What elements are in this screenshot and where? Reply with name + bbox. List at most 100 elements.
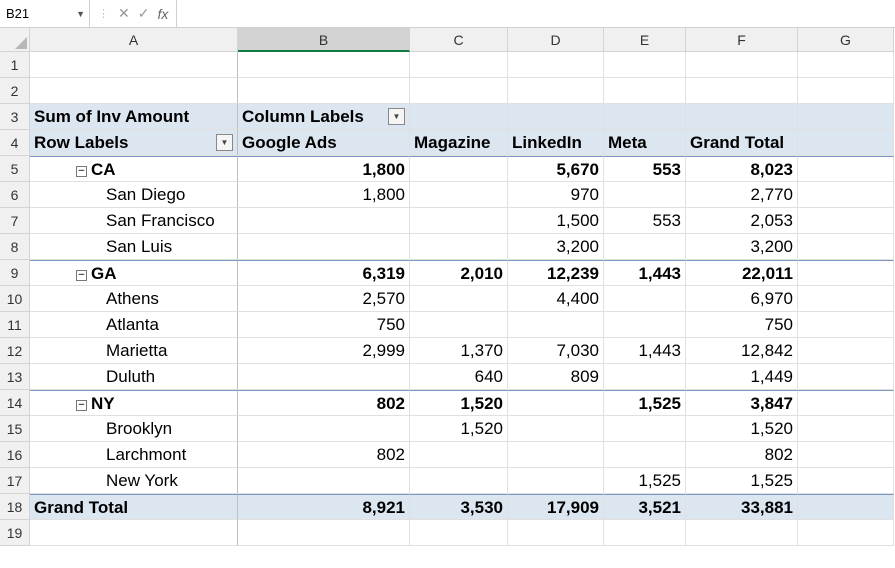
row-san-francisco[interactable]: San Francisco [30,208,238,234]
cell[interactable] [686,104,798,130]
row-header-16[interactable]: 16 [0,442,30,468]
row-larchmont[interactable]: Larchmont [30,442,238,468]
cell[interactable] [604,78,686,104]
cell-value[interactable] [410,312,508,338]
cell-value[interactable]: 750 [238,312,410,338]
cell[interactable] [410,78,508,104]
cell[interactable] [604,52,686,78]
chevron-down-icon[interactable]: ▼ [76,9,85,19]
group-total[interactable] [508,390,604,416]
cell-value[interactable]: 750 [686,312,798,338]
formula-input[interactable] [177,0,895,27]
cell[interactable] [798,52,894,78]
col-header-A[interactable]: A [30,28,238,52]
cell-value[interactable] [238,234,410,260]
grand-total-value[interactable]: 17,909 [508,494,604,520]
cell-value[interactable]: 2,770 [686,182,798,208]
fx-icon[interactable]: fx [157,6,168,22]
cell[interactable] [798,338,894,364]
row-header-14[interactable]: 14 [0,390,30,416]
cell[interactable] [798,312,894,338]
cell-value[interactable] [238,468,410,494]
cell[interactable] [798,468,894,494]
cell[interactable] [410,52,508,78]
group-total[interactable]: 3,847 [686,390,798,416]
cell[interactable] [798,494,894,520]
row-marietta[interactable]: Marietta [30,338,238,364]
cell-value[interactable] [508,442,604,468]
grand-total-value[interactable]: 8,921 [238,494,410,520]
collapse-icon[interactable]: − [76,166,87,177]
cell-value[interactable] [238,364,410,390]
cell-value[interactable]: 4,400 [508,286,604,312]
row-header-7[interactable]: 7 [0,208,30,234]
enter-icon[interactable]: ✓ [138,5,150,22]
pivot-sum-of-label[interactable]: Sum of Inv Amount [30,104,238,130]
cell-value[interactable] [508,468,604,494]
cell[interactable] [798,390,894,416]
cell-value[interactable] [238,208,410,234]
cell[interactable] [410,104,508,130]
cell-value[interactable] [604,286,686,312]
col-header-D[interactable]: D [508,28,604,52]
cell[interactable] [798,208,894,234]
grand-total-value[interactable]: 33,881 [686,494,798,520]
row-header-11[interactable]: 11 [0,312,30,338]
cell[interactable] [686,520,798,546]
group-total[interactable]: 2,010 [410,260,508,286]
collapse-icon[interactable]: − [76,270,87,281]
row-header-1[interactable]: 1 [0,52,30,78]
cell-value[interactable] [604,312,686,338]
row-brooklyn[interactable]: Brooklyn [30,416,238,442]
cell-value[interactable] [410,468,508,494]
cell-value[interactable]: 1,443 [604,338,686,364]
cell[interactable] [238,78,410,104]
grand-total-label[interactable]: Grand Total [30,494,238,520]
cell-value[interactable]: 3,200 [508,234,604,260]
row-san-diego[interactable]: San Diego [30,182,238,208]
cell-value[interactable] [410,208,508,234]
cancel-icon[interactable]: ✕ [118,5,130,22]
row-header-18[interactable]: 18 [0,494,30,520]
cell-value[interactable]: 2,053 [686,208,798,234]
cell[interactable] [686,78,798,104]
cell-value[interactable]: 1,520 [686,416,798,442]
pivot-col-meta[interactable]: Meta [604,130,686,156]
col-header-B[interactable]: B [238,28,410,52]
group-total[interactable]: 1,525 [604,390,686,416]
cell[interactable] [604,104,686,130]
cell[interactable] [798,260,894,286]
cell-value[interactable]: 2,570 [238,286,410,312]
group-GA[interactable]: −GA [30,260,238,286]
col-header-C[interactable]: C [410,28,508,52]
cell[interactable] [508,520,604,546]
cell[interactable] [798,416,894,442]
cell-value[interactable]: 809 [508,364,604,390]
group-CA[interactable]: −CA [30,156,238,182]
cell[interactable] [508,104,604,130]
cell-value[interactable] [508,416,604,442]
group-total[interactable]: 1,520 [410,390,508,416]
row-header-8[interactable]: 8 [0,234,30,260]
cell[interactable] [798,182,894,208]
cell[interactable] [238,52,410,78]
cell[interactable] [798,234,894,260]
pivot-col-linkedin[interactable]: LinkedIn [508,130,604,156]
cell[interactable] [798,286,894,312]
row-new-york[interactable]: New York [30,468,238,494]
cell-value[interactable]: 1,520 [410,416,508,442]
cell[interactable] [410,520,508,546]
cell[interactable] [798,78,894,104]
group-total[interactable] [410,156,508,182]
cell[interactable] [798,156,894,182]
cell-value[interactable]: 1,500 [508,208,604,234]
cell[interactable] [798,104,894,130]
cell-value[interactable]: 1,370 [410,338,508,364]
cell-value[interactable]: 1,525 [686,468,798,494]
name-box[interactable]: B21 ▼ [0,0,90,27]
cell[interactable] [686,52,798,78]
cell-value[interactable] [410,234,508,260]
cell-value[interactable] [410,182,508,208]
row-athens[interactable]: Athens [30,286,238,312]
pivot-col-google-ads[interactable]: Google Ads [238,130,410,156]
